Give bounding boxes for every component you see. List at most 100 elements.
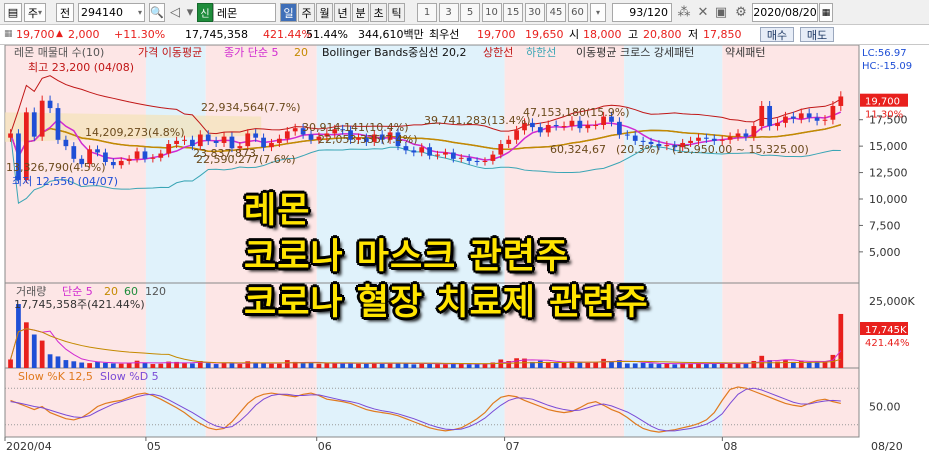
- toolbar: ▤ 주 ▾ 전 294140 ▾ 🔍 ◁ ▾ 신 레몬 일주월년분초틱 1 3 5 10 1…: [0, 0, 929, 25]
- volume-bar-25: [205, 363, 211, 368]
- volume-bar-9: [79, 362, 85, 368]
- cross-icon[interactable]: ✕: [695, 3, 711, 22]
- period-tab-2[interactable]: 월: [316, 3, 333, 22]
- candle-body-97: [775, 122, 780, 127]
- candle-body-69: [553, 125, 559, 127]
- volume-bar-22: [182, 363, 187, 368]
- vol-legend-title: 거래량: [16, 285, 46, 298]
- period-tab-5[interactable]: 초: [370, 3, 387, 22]
- annotation-vol-8: 60,324,67: [550, 143, 606, 156]
- volume-bar-34: [277, 363, 282, 368]
- dropdown-chevron-icon[interactable]: ▾: [184, 3, 196, 22]
- stock-code-input[interactable]: 294140 ▾: [78, 3, 145, 22]
- change-percent: +11.30%: [114, 28, 166, 41]
- prev-button[interactable]: 전: [56, 3, 74, 22]
- chain-icon[interactable]: ⁂: [676, 3, 692, 22]
- interval-button-15[interactable]: 15: [503, 3, 523, 22]
- save-icon[interactable]: ▣: [713, 3, 729, 22]
- period-tab-3[interactable]: 년: [334, 3, 351, 22]
- search-icon[interactable]: 🔍: [149, 3, 165, 22]
- x-tick-label-3: 07: [506, 440, 520, 453]
- period-tabs: 일주월년분초틱: [280, 3, 412, 22]
- candle-body-7: [63, 139, 69, 147]
- volume-bar-75: [601, 358, 606, 368]
- data-count-field[interactable]: 93/120: [612, 3, 672, 22]
- high-price: 20,800: [643, 28, 682, 41]
- stock-name-field[interactable]: 레몬: [213, 3, 276, 22]
- interval-button-1[interactable]: 1: [417, 3, 437, 22]
- interval-button-3[interactable]: 3: [438, 3, 459, 22]
- candle-body-14: [118, 160, 124, 166]
- candle-body-35: [284, 131, 290, 139]
- annotation-vol-5: 47,153,180(15.9%): [523, 106, 630, 119]
- price-tick-label-2: 12,500: [869, 167, 908, 180]
- volume-bar-31: [253, 363, 259, 368]
- interval-button-5[interactable]: 5: [460, 3, 480, 22]
- candle-body-58: [466, 157, 472, 161]
- candle-body-53: [427, 147, 432, 156]
- period-mode-select[interactable]: 주 ▾: [24, 3, 46, 22]
- period-tab-6[interactable]: 틱: [388, 3, 405, 22]
- candle-body-50: [403, 146, 409, 151]
- candle-body-27: [221, 136, 227, 143]
- volume-bar-80: [640, 362, 646, 368]
- band-0-5: [624, 45, 723, 283]
- volume-bar-55: [443, 364, 448, 368]
- volume-bar-37: [300, 363, 306, 368]
- sell-button[interactable]: 매도: [800, 27, 834, 42]
- candle-body-4: [39, 100, 45, 137]
- candle-body-38: [308, 134, 314, 140]
- best-quote-label: 최우선: [429, 28, 460, 41]
- interval-button-60[interactable]: 60: [567, 3, 588, 22]
- volume-bar-53: [427, 363, 432, 368]
- interval-button-45[interactable]: 45: [546, 3, 566, 22]
- speaker-icon[interactable]: ◁: [168, 3, 182, 22]
- interval-button-30[interactable]: 30: [524, 3, 545, 22]
- candle-body-54: [435, 154, 440, 156]
- overlay-title: 레몬: [244, 191, 311, 231]
- volume-bar-39: [316, 363, 322, 368]
- volume-bar-50: [403, 363, 409, 368]
- app-menu-icon[interactable]: ▤: [4, 3, 22, 22]
- candle-body-78: [624, 134, 630, 136]
- volume-bar-28: [229, 363, 235, 368]
- volume-bar-70: [561, 362, 567, 368]
- volume-bar-89: [711, 364, 717, 368]
- candle-body-105: [838, 96, 844, 106]
- period-tab-0[interactable]: 일: [280, 3, 297, 22]
- interval-dropdown[interactable]: ▾: [590, 3, 606, 22]
- candle-body-36: [292, 128, 298, 132]
- candle-body-94: [751, 126, 757, 137]
- volume-bar-82: [656, 364, 662, 368]
- gear-icon[interactable]: ⚙: [733, 3, 749, 22]
- volume-bar-13: [110, 363, 116, 368]
- period-tab-4[interactable]: 분: [352, 3, 369, 22]
- vol-last-label: 17,745K: [865, 325, 907, 336]
- x-tick-label-2: 06: [318, 440, 332, 453]
- volume-bar-12: [103, 362, 108, 368]
- volume-bar-59: [474, 364, 480, 368]
- legend-ma5: 종가 단순 5: [224, 46, 278, 59]
- candle-body-103: [822, 119, 828, 121]
- calendar-icon[interactable]: ▦: [819, 3, 833, 22]
- period-tab-1[interactable]: 주: [298, 3, 315, 22]
- volume-bar-11: [95, 361, 100, 368]
- candle-body-62: [498, 144, 504, 155]
- date-field[interactable]: 2020/08/20: [752, 3, 818, 22]
- volume-ratio: 421.44%: [263, 28, 312, 41]
- candle-body-104: [830, 105, 836, 120]
- candle-body-102: [814, 117, 820, 121]
- volume-bar-91: [727, 363, 733, 368]
- stoch-legend-k: Slow %K 12,5: [18, 370, 93, 383]
- overlay-line-plasma: 코로나 혈장 치료제 관련주: [244, 283, 649, 323]
- annotation-vol-9: (20.3%): [616, 143, 660, 156]
- candle-body-80: [640, 140, 646, 142]
- buy-button[interactable]: 매수: [760, 27, 794, 42]
- interval-button-10[interactable]: 10: [481, 3, 502, 22]
- candle-body-95: [759, 105, 765, 127]
- annotation-vol-11: 13,326,790(4.5%): [6, 161, 106, 174]
- candle-body-90: [719, 139, 725, 141]
- candle-body-55: [443, 152, 448, 155]
- candle-body-5: [47, 100, 53, 109]
- turnover-rate: 51.44%: [306, 28, 348, 41]
